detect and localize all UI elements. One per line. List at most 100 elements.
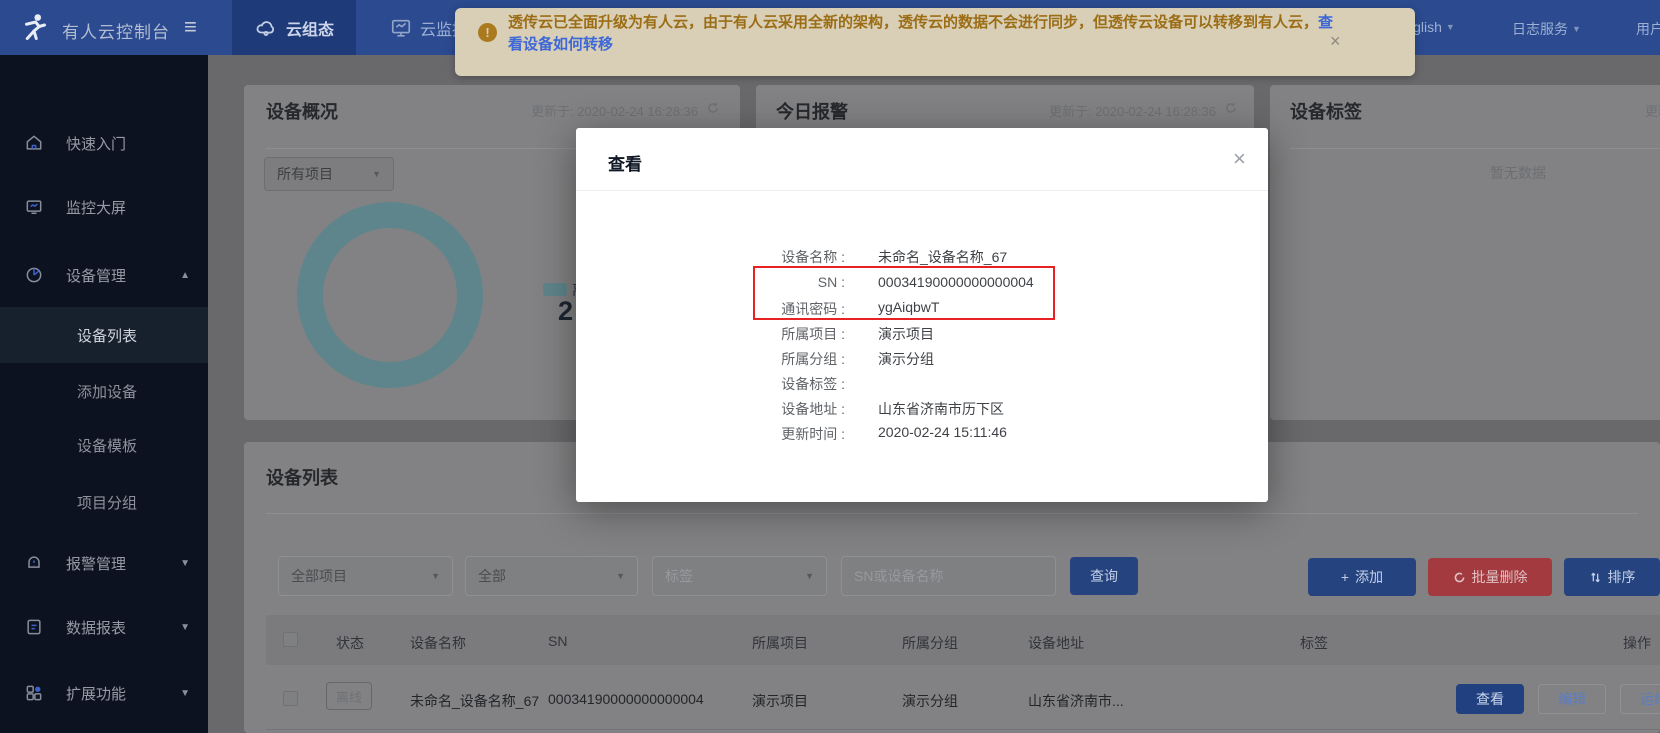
view-button-label: 查看 (1476, 689, 1504, 709)
sidebar-item-extended-functions[interactable]: 扩展功能 ▼ (0, 681, 208, 705)
expand-arrow-icon[interactable]: ▼ (180, 622, 190, 633)
sort-arrows-icon (1589, 571, 1602, 584)
query-button-label: 查询 (1090, 566, 1118, 586)
field-value-sn: 00034190000000000004 (878, 274, 1034, 290)
column-header-project[interactable]: 所属项目 (752, 633, 808, 653)
sidebar-item-label: 监控大屏 (66, 197, 126, 218)
field-value-updated: 2020-02-24 15:11:46 (878, 424, 1007, 440)
empty-data-text: 暂无数据 (1490, 163, 1546, 183)
legend-count: 2 (558, 296, 573, 327)
app-window: 有人云控制台 ≡ 云组态 云监控 English▼ (0, 0, 1660, 733)
updated-timestamp: 更新于: 2020-02-24 16:28:36 (1049, 101, 1216, 120)
filter-tag-select[interactable]: 标签 ▼ (652, 556, 827, 596)
row-ops-button[interactable]: 运维 (1620, 684, 1660, 714)
apps-grid-icon (24, 683, 44, 703)
cell-sn: 00034190000000000004 (548, 691, 704, 707)
filter-status-select[interactable]: 全部 ▼ (465, 556, 638, 596)
batch-delete-label: 批量删除 (1472, 567, 1528, 587)
status-badge: 离线 (326, 682, 372, 710)
search-input[interactable]: SN或设备名称 (841, 556, 1056, 596)
field-value-project: 演示项目 (878, 324, 934, 344)
column-header-tag[interactable]: 标签 (1300, 633, 1328, 653)
field-label: 所属分组 : (600, 349, 845, 369)
close-icon[interactable]: × (1233, 146, 1246, 172)
column-header-group[interactable]: 所属分组 (902, 633, 958, 653)
log-service-label: 日志服务 (1512, 21, 1568, 37)
select-all-checkbox[interactable] (283, 632, 298, 647)
field-value-password: ygAiqbwT (878, 299, 939, 315)
tab-cloud-configuration[interactable]: 云组态 (232, 0, 356, 55)
field-label: 设备名称 : (600, 247, 845, 267)
sidebar-item-monitoring-screen[interactable]: 监控大屏 (0, 195, 208, 219)
edit-button-label: 编辑 (1558, 689, 1586, 709)
batch-delete-button[interactable]: 批量删除 (1428, 558, 1552, 596)
sidebar-subitem-device-template[interactable]: 设备模板 (0, 423, 208, 467)
warning-icon: ! (478, 23, 497, 42)
log-service-menu[interactable]: 日志服务▼ (1512, 19, 1581, 39)
expand-arrow-icon[interactable]: ▼ (180, 558, 190, 569)
field-value-device-name: 未命名_设备名称_67 (878, 247, 1007, 267)
hamburger-menu-icon[interactable]: ≡ (184, 14, 197, 40)
refresh-icon[interactable] (1224, 101, 1238, 115)
sidebar-item-quick-start[interactable]: 快速入门 (0, 131, 208, 155)
home-icon (24, 133, 44, 153)
user-center-menu[interactable]: 用户中心 (1636, 19, 1660, 39)
cell-project: 演示项目 (752, 691, 808, 711)
sidebar-item-label: 报警管理 (66, 553, 126, 574)
field-label: 通讯密码 : (600, 299, 845, 319)
sort-button[interactable]: 排序 (1564, 558, 1660, 596)
query-button[interactable]: 查询 (1070, 557, 1138, 595)
chevron-down-icon: ▼ (616, 571, 625, 581)
monitor-icon (390, 17, 412, 39)
expand-arrow-icon[interactable]: ▼ (180, 688, 190, 699)
sidebar-subitem-label: 项目分组 (77, 492, 137, 513)
cell-device-name: 未命名_设备名称_67 (410, 691, 539, 711)
sidebar-subitem-add-device[interactable]: 添加设备 (0, 369, 208, 413)
report-icon (24, 617, 44, 637)
tab-label: 云组态 (286, 16, 334, 40)
column-header-status[interactable]: 状态 (336, 633, 364, 653)
card-title: 今日报警 (776, 98, 848, 124)
field-label: SN : (600, 274, 845, 290)
sidebar-subitem-label: 添加设备 (77, 381, 137, 402)
filter-value: 全部 (478, 566, 506, 586)
sidebar-item-alarm-management[interactable]: 报警管理 ▼ (0, 551, 208, 575)
column-header-actions[interactable]: 操作 (1623, 633, 1651, 653)
column-header-sn[interactable]: SN (548, 633, 567, 649)
updated-timestamp: 更新于: 2020-02-24 16:28:36 (531, 101, 698, 120)
sidebar-subitem-label: 设备模板 (77, 435, 137, 456)
sidebar-item-data-reports[interactable]: 数据报表 ▼ (0, 615, 208, 639)
field-label: 更新时间 : (600, 424, 845, 444)
sidebar-item-label: 数据报表 (66, 617, 126, 638)
view-device-modal: 查看 × 设备名称 : 未命名_设备名称_67 SN : 00034190000… (576, 128, 1268, 502)
add-button[interactable]: + 添加 (1308, 558, 1416, 596)
sidebar-subitem-label: 设备列表 (77, 325, 137, 346)
field-label: 所属项目 : (600, 324, 845, 344)
sidebar-item-label: 快速入门 (66, 133, 126, 154)
ops-button-label: 运维 (1640, 689, 1660, 709)
collapse-arrow-icon[interactable]: ▲ (180, 270, 190, 281)
card-title: 设备标签 (1290, 98, 1362, 124)
cell-group: 演示分组 (902, 691, 958, 711)
row-view-button[interactable]: 查看 (1456, 684, 1524, 714)
updated-timestamp: 更新于: 2020-02-24 16:28:36 (1645, 101, 1660, 120)
field-value-group: 演示分组 (878, 349, 934, 369)
pie-chart-icon (24, 265, 44, 285)
filter-project-select[interactable]: 全部项目 ▼ (278, 556, 453, 596)
sidebar: 快速入门 监控大屏 设备管理 ▲ 设备列表 (0, 55, 208, 733)
row-checkbox[interactable] (283, 691, 298, 706)
column-header-name[interactable]: 设备名称 (410, 633, 466, 653)
sidebar-subitem-project-grouping[interactable]: 项目分组 (0, 480, 208, 524)
sidebar-item-label: 设备管理 (66, 265, 126, 286)
column-header-address[interactable]: 设备地址 (1028, 633, 1084, 653)
project-filter-select[interactable]: 所有项目 ▼ (264, 157, 394, 191)
row-edit-button[interactable]: 编辑 (1538, 684, 1606, 714)
chevron-down-icon: ▼ (372, 169, 381, 179)
sidebar-item-device-management[interactable]: 设备管理 ▲ (0, 263, 208, 287)
refresh-icon[interactable] (706, 101, 720, 115)
usr-logo-icon (16, 10, 52, 46)
banner-close-icon[interactable]: × (1330, 31, 1341, 52)
sidebar-subitem-device-list[interactable]: 设备列表 (0, 307, 208, 363)
filter-value: 全部项目 (291, 566, 347, 586)
banner-message: 透传云已全面升级为有人云，由于有人云采用全新的架构，透传云的数据不会进行同步，但… (508, 12, 1348, 56)
